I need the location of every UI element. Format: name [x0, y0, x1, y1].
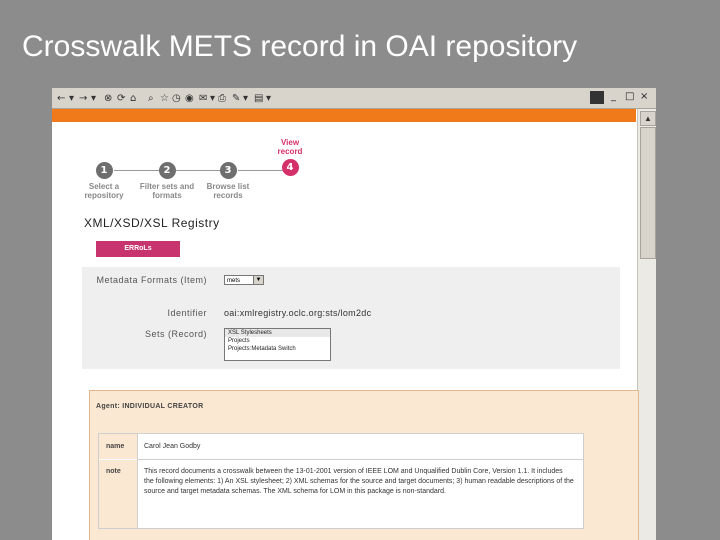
errols-button[interactable]: ERRoLs [96, 241, 180, 257]
note-label: note [99, 460, 137, 528]
row-divider [137, 459, 583, 460]
agent-table: name Carol Jean Godby note This record d… [98, 433, 584, 529]
home-icon[interactable]: ⌂ [130, 93, 136, 104]
step-label: Select a repository [84, 182, 124, 200]
list-item[interactable]: Projects:Metadata Switch [225, 345, 330, 353]
search-icon[interactable]: ⌕ [148, 93, 154, 104]
back-dropdown-icon[interactable]: ▾ [69, 93, 74, 104]
step-4[interactable]: View record 4 [272, 138, 308, 176]
forward-dropdown-icon[interactable]: ▾ [91, 93, 96, 104]
step-label: Filter sets and formats [139, 182, 195, 200]
stop-icon[interactable]: ⊗ [104, 93, 112, 104]
close-icon[interactable]: × [640, 91, 648, 102]
name-value: Carol Jean Godby [144, 443, 201, 450]
step-number: 3 [219, 162, 237, 179]
discuss-icon[interactable]: ▤ [254, 93, 263, 104]
chevron-down-icon[interactable]: ▼ [253, 276, 263, 284]
discuss-dropdown-icon[interactable]: ▾ [266, 93, 271, 104]
maximize-icon[interactable]: □ [625, 91, 634, 102]
header-bar [52, 109, 636, 122]
refresh-icon[interactable]: ⟳ [117, 93, 125, 104]
sets-label: Sets (Record) [144, 329, 207, 339]
browser-window: ← ▾ → ▾ ⊗ ⟳ ⌂ ⌕ ☆ ◷ ◉ ✉ ▾ ⎙ ✎ ▾ ▤ ▾ _ □ … [52, 88, 656, 540]
registry-title: XML/XSD/XSL Registry [84, 216, 220, 230]
scrollbar[interactable]: ▲ [637, 109, 656, 540]
column-divider [137, 434, 138, 528]
metadata-format-select[interactable]: mets ▼ [224, 275, 264, 285]
forward-icon[interactable]: → [79, 93, 87, 104]
step-number: 1 [95, 162, 113, 179]
list-item[interactable]: Projects [225, 337, 330, 345]
agent-header: Agent: INDIVIDUAL CREATOR [96, 403, 204, 410]
sets-listbox[interactable]: XSL Stylesheets Projects Projects:Metada… [224, 328, 331, 361]
metadata-format-value: mets [227, 278, 241, 284]
step-2[interactable]: 2 Filter sets and formats [136, 162, 198, 200]
step-3[interactable]: 3 Browse list records [202, 162, 254, 200]
browser-logo-icon [590, 91, 604, 104]
scroll-up-icon[interactable]: ▲ [640, 111, 656, 126]
browser-toolbar: ← ▾ → ▾ ⊗ ⟳ ⌂ ⌕ ☆ ◷ ◉ ✉ ▾ ⎙ ✎ ▾ ▤ ▾ _ □ … [52, 88, 656, 109]
step-number: 2 [158, 162, 176, 179]
record-form: Metadata Formats (Item) mets ▼ Identifie… [82, 267, 620, 369]
name-label: name [99, 434, 137, 459]
identifier-label: Identifier [167, 308, 207, 318]
print-icon[interactable]: ⎙ [218, 93, 226, 104]
step-label: View record [277, 138, 303, 156]
history-icon[interactable]: ◷ [172, 93, 181, 104]
slide-title: Crosswalk METS record in OAI repository [22, 30, 578, 63]
mail-icon[interactable]: ✉ [199, 93, 207, 104]
step-1[interactable]: 1 Select a repository [80, 162, 128, 200]
list-item[interactable]: XSL Stylesheets [225, 329, 330, 337]
back-icon[interactable]: ← [57, 93, 65, 104]
metadata-formats-label: Metadata Formats (Item) [96, 275, 207, 285]
note-value: This record documents a crosswalk betwee… [144, 468, 574, 495]
minimize-icon[interactable]: _ [611, 91, 616, 102]
identifier-value: oai:xmlregistry.oclc.org:sts/lom2dc [224, 308, 372, 318]
step-number: 4 [281, 159, 299, 176]
favorites-icon[interactable]: ☆ [160, 93, 169, 104]
agent-panel: Agent: INDIVIDUAL CREATOR name Carol Jea… [89, 390, 639, 540]
mail-dropdown-icon[interactable]: ▾ [210, 93, 215, 104]
step-label: Browse list records [206, 182, 250, 200]
edit-dropdown-icon[interactable]: ▾ [243, 93, 248, 104]
media-icon[interactable]: ◉ [185, 93, 194, 104]
scrollbar-thumb[interactable] [640, 127, 656, 259]
edit-icon[interactable]: ✎ [232, 93, 240, 104]
